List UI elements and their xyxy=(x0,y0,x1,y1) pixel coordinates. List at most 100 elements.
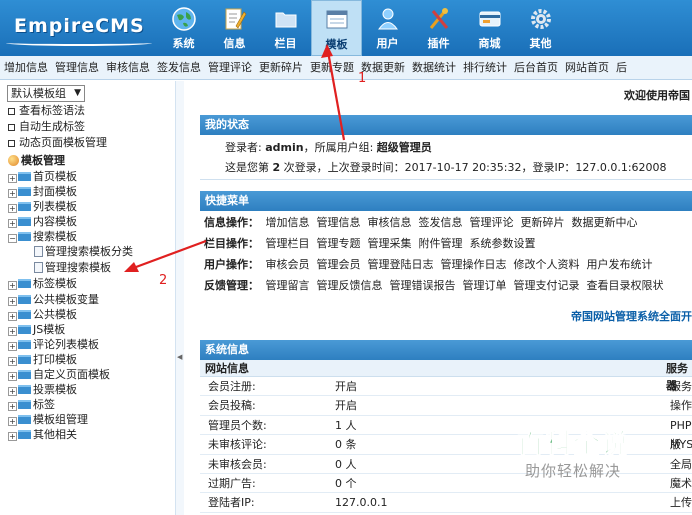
menu-update-topics[interactable]: 更新专题 xyxy=(310,56,354,79)
quick-link[interactable]: 修改个人资料 xyxy=(514,258,580,271)
expand-plus-icon[interactable]: + xyxy=(8,402,17,412)
menu-review-info[interactable]: 审核信息 xyxy=(106,56,150,79)
menu-data-stats[interactable]: 数据统计 xyxy=(412,56,456,79)
link-auto-generate-tag[interactable]: 自动生成标签 xyxy=(8,119,178,135)
tree-leaf-manage-search-template-category[interactable]: 管理搜索模板分类 xyxy=(8,244,178,260)
expand-plus-icon[interactable]: + xyxy=(8,387,17,397)
tree-node-home-template[interactable]: + 首页模板 xyxy=(8,169,178,184)
quick-link[interactable]: 管理操作日志 xyxy=(441,258,507,271)
tree-node-custom-page-template[interactable]: + 自定义页面模板 xyxy=(8,367,178,382)
tree-node-other-related[interactable]: + 其他相关 xyxy=(8,427,178,442)
quick-link[interactable]: 管理留言 xyxy=(266,279,310,292)
logo-text: EmpireCMS xyxy=(14,15,145,37)
menu-more[interactable]: 后 xyxy=(616,56,627,79)
quick-link[interactable]: 管理反馈信息 xyxy=(317,279,383,292)
node-label: 自定义页面模板 xyxy=(33,368,110,382)
empirecms-logo[interactable]: EmpireCMS xyxy=(6,10,152,48)
menu-add-info[interactable]: 增加信息 xyxy=(4,56,48,79)
menu-sign-info[interactable]: 签发信息 xyxy=(157,56,201,79)
quick-link[interactable]: 管理错误报告 xyxy=(390,279,456,292)
promo-banner-text[interactable]: 帝国网站管理系统全面开 xyxy=(571,308,692,324)
tree-node-js-template[interactable]: + JS模板 xyxy=(8,322,178,337)
menu-update-fragments[interactable]: 更新碎片 xyxy=(259,56,303,79)
tree-leaf-manage-search-template[interactable]: 管理搜索模板 xyxy=(8,260,178,276)
quick-link[interactable]: 管理评论 xyxy=(470,216,514,229)
quick-link[interactable]: 管理采集 xyxy=(368,237,412,250)
expand-plus-icon[interactable]: + xyxy=(8,296,17,306)
folder-icon xyxy=(18,294,31,304)
quick-link[interactable]: 系统参数设置 xyxy=(470,237,536,250)
expand-plus-icon[interactable]: + xyxy=(8,311,17,321)
quick-link[interactable]: 管理栏目 xyxy=(266,237,310,250)
quick-link[interactable]: 管理信息 xyxy=(317,216,361,229)
menu-manage-info[interactable]: 管理信息 xyxy=(55,56,99,79)
link-dynamic-page-template[interactable]: 动态页面模板管理 xyxy=(8,135,178,151)
login-ip-prefix: ，登录IP： xyxy=(521,161,576,174)
menu-manage-comments[interactable]: 管理评论 xyxy=(208,56,252,79)
expand-plus-icon[interactable]: + xyxy=(8,281,17,291)
quick-link[interactable]: 查看目录权限状 xyxy=(587,279,664,292)
nav-item-column[interactable]: 栏目 xyxy=(260,0,311,56)
tree-node-tag-template[interactable]: + 标签模板 xyxy=(8,276,178,291)
menu-rank-stats[interactable]: 排行统计 xyxy=(463,56,507,79)
tree-node-public-template-vars[interactable]: + 公共模板变量 xyxy=(8,292,178,307)
shop-card-icon xyxy=(479,11,500,27)
expand-plus-icon[interactable]: + xyxy=(8,432,17,442)
tree-node-template-group-manage[interactable]: + 模板组管理 xyxy=(8,412,178,427)
expand-plus-icon[interactable]: + xyxy=(8,204,17,214)
tree-node-content-template[interactable]: + 内容模板 xyxy=(8,214,178,229)
expand-plus-icon[interactable]: + xyxy=(8,189,17,199)
quick-link[interactable]: 审核信息 xyxy=(368,216,412,229)
quick-link[interactable]: 用户发布统计 xyxy=(587,258,653,271)
expand-plus-icon[interactable]: + xyxy=(8,372,17,382)
quick-link[interactable]: 管理登陆日志 xyxy=(368,258,434,271)
expand-plus-icon[interactable]: + xyxy=(8,174,17,183)
expand-plus-icon[interactable]: + xyxy=(8,326,17,336)
leaf-label: 管理搜索模板 xyxy=(45,261,111,275)
nav-item-system[interactable]: 系统 xyxy=(158,0,209,56)
quick-link[interactable]: 附件管理 xyxy=(419,237,463,250)
row-value: 1 人 xyxy=(335,418,357,432)
last-login-ip: 127.0.0.1:62008 xyxy=(575,161,667,174)
tree-node-public-template[interactable]: + 公共模板 xyxy=(8,307,178,322)
nav-item-plugin[interactable]: 插件 xyxy=(413,0,464,56)
quick-link[interactable]: 签发信息 xyxy=(419,216,463,229)
folder-icon xyxy=(18,187,31,197)
tree-group-title: 模板管理 xyxy=(8,152,178,169)
tree-node-print-template[interactable]: + 打印模板 xyxy=(8,352,178,367)
expand-plus-icon[interactable]: + xyxy=(8,356,17,366)
tree-node-comment-list-template[interactable]: + 评论列表模板 xyxy=(8,337,178,352)
tree-node-cover-template[interactable]: + 封面模板 xyxy=(8,184,178,199)
nav-item-info[interactable]: 信息 xyxy=(209,0,260,56)
quick-link[interactable]: 管理专题 xyxy=(317,237,361,250)
link-view-tag-syntax[interactable]: 查看标签语法 xyxy=(8,103,178,119)
tree-node-list-template[interactable]: + 列表模板 xyxy=(8,199,178,214)
menu-site-home[interactable]: 网站首页 xyxy=(565,56,609,79)
template-group-select[interactable]: 默认模板组 ▼ xyxy=(7,85,85,102)
expand-plus-icon[interactable]: + xyxy=(8,417,17,427)
quick-link[interactable]: 更新碎片 xyxy=(521,216,565,229)
nav-item-other[interactable]: 其他 xyxy=(515,0,566,56)
expand-plus-icon[interactable]: + xyxy=(8,341,17,351)
quick-link[interactable]: 管理支付记录 xyxy=(514,279,580,292)
quick-link[interactable]: 审核会员 xyxy=(266,258,310,271)
quick-link[interactable]: 数据更新中心 xyxy=(572,216,638,229)
menu-admin-home[interactable]: 后台首页 xyxy=(514,56,558,79)
quick-link[interactable]: 增加信息 xyxy=(266,216,310,229)
collapse-left-icon[interactable]: ◀ xyxy=(177,353,182,361)
leaf-label: 管理搜索模板分类 xyxy=(45,245,133,259)
nav-item-template[interactable]: 模板 xyxy=(311,0,362,56)
node-label: 打印模板 xyxy=(33,352,77,366)
collapse-minus-icon[interactable]: − xyxy=(8,234,17,244)
expand-plus-icon[interactable]: + xyxy=(8,219,17,229)
tree-node-vote-template[interactable]: + 投票模板 xyxy=(8,382,178,397)
quick-link[interactable]: 管理会员 xyxy=(317,258,361,271)
nav-item-shop[interactable]: 商城 xyxy=(464,0,515,56)
sidebar-splitter[interactable]: ◀ xyxy=(176,81,184,515)
tree-node-tags[interactable]: + 标签 xyxy=(8,397,178,412)
node-label: 标签 xyxy=(33,398,55,412)
quick-link[interactable]: 管理订单 xyxy=(463,279,507,292)
tree-node-search-template[interactable]: − 搜索模板 xyxy=(8,229,178,244)
menu-data-update[interactable]: 数据更新 xyxy=(361,56,405,79)
nav-item-user[interactable]: 用户 xyxy=(362,0,413,56)
